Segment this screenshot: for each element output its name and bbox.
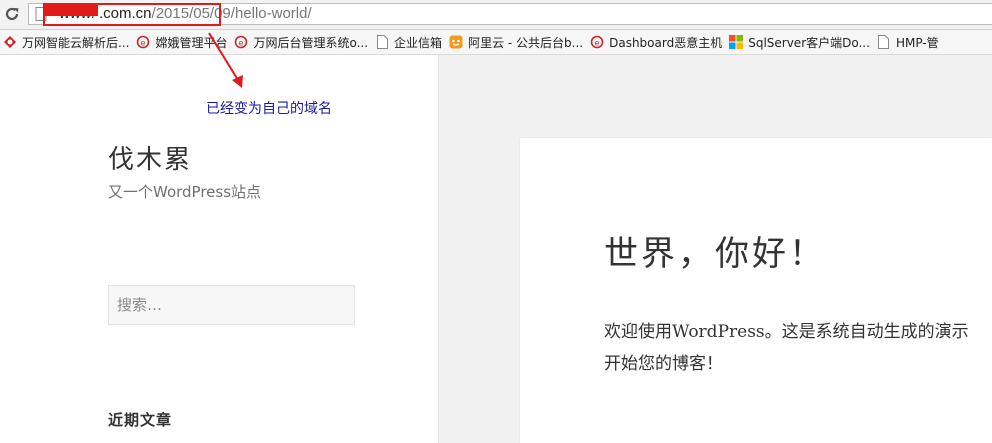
svg-text:e: e — [239, 39, 244, 48]
bookmark-label: HMP-管 — [895, 35, 939, 50]
site-description: 又一个WordPress站点 — [108, 183, 262, 201]
domain-highlight-box — [43, 3, 221, 26]
bookmark-label: 企业信箱 — [394, 35, 443, 50]
bookmark-sqlserver[interactable]: SqlServer客户端Do... — [729, 31, 870, 53]
bookmark-dashboard[interactable]: e Dashboard恶意主机 — [590, 31, 722, 53]
post-body: 欢迎使用WordPress。这是系统自动生成的演示 开始您的博客！ — [604, 316, 992, 386]
page-viewport: 伐木累 又一个WordPress站点 近期文章 世界，你好！ 欢迎使用WordP… — [0, 55, 992, 443]
bookmark-hmp[interactable]: HMP-管 — [877, 31, 939, 53]
page-icon — [877, 35, 891, 49]
bookmark-label: 万网智能云解析后... — [22, 35, 130, 50]
post-title[interactable]: 世界，你好！ — [604, 226, 826, 275]
svg-text:e: e — [595, 39, 600, 48]
bookmark-change-platform[interactable]: e 嫦娥管理平台 — [136, 31, 227, 53]
reload-icon[interactable] — [2, 4, 22, 24]
address-bar: www. .com.cn/2015/05/09/hello-world/ — [0, 0, 992, 30]
bookmark-label: Dashboard恶意主机 — [609, 35, 723, 50]
wanwang-icon — [3, 35, 17, 49]
bookmark-wanwang-admin[interactable]: e 万网后台管理系统o... — [234, 31, 368, 53]
bookmark-wanwang-dns[interactable]: 万网智能云解析后... — [3, 31, 129, 53]
site-title[interactable]: 伐木累 — [108, 139, 192, 176]
svg-text:e: e — [141, 39, 146, 48]
post-body-line: 欢迎使用WordPress。这是系统自动生成的演示 — [604, 322, 969, 342]
bookmark-e-icon: e — [136, 35, 150, 49]
bookmark-e-icon: e — [234, 35, 248, 49]
bookmark-label: SqlServer客户端Do... — [748, 35, 870, 50]
windows-icon — [729, 35, 744, 49]
recent-posts-heading: 近期文章 — [108, 411, 173, 429]
post-body-line: 开始您的博客！ — [604, 354, 723, 374]
page-icon — [375, 35, 389, 49]
search-input[interactable] — [108, 285, 355, 325]
annotation-text: 已经变为自己的域名 — [206, 101, 332, 117]
bookmarks-bar: 万网智能云解析后... e 嫦娥管理平台 e 万网后台管理系统o... 企业信箱… — [0, 30, 992, 55]
aliyun-icon — [449, 35, 463, 49]
bookmark-label: 嫦娥管理平台 — [155, 35, 228, 50]
bookmark-e-icon: e — [590, 35, 604, 49]
post-article: 世界，你好！ 欢迎使用WordPress。这是系统自动生成的演示 开始您的博客！ — [520, 138, 992, 443]
bookmark-enterprise-mail[interactable]: 企业信箱 — [375, 31, 442, 53]
bookmark-label: 阿里云 - 公共后台b... — [468, 35, 584, 50]
bookmark-label: 万网后台管理系统o... — [253, 35, 369, 50]
bookmark-aliyun[interactable]: 阿里云 - 公共后台b... — [449, 31, 583, 53]
